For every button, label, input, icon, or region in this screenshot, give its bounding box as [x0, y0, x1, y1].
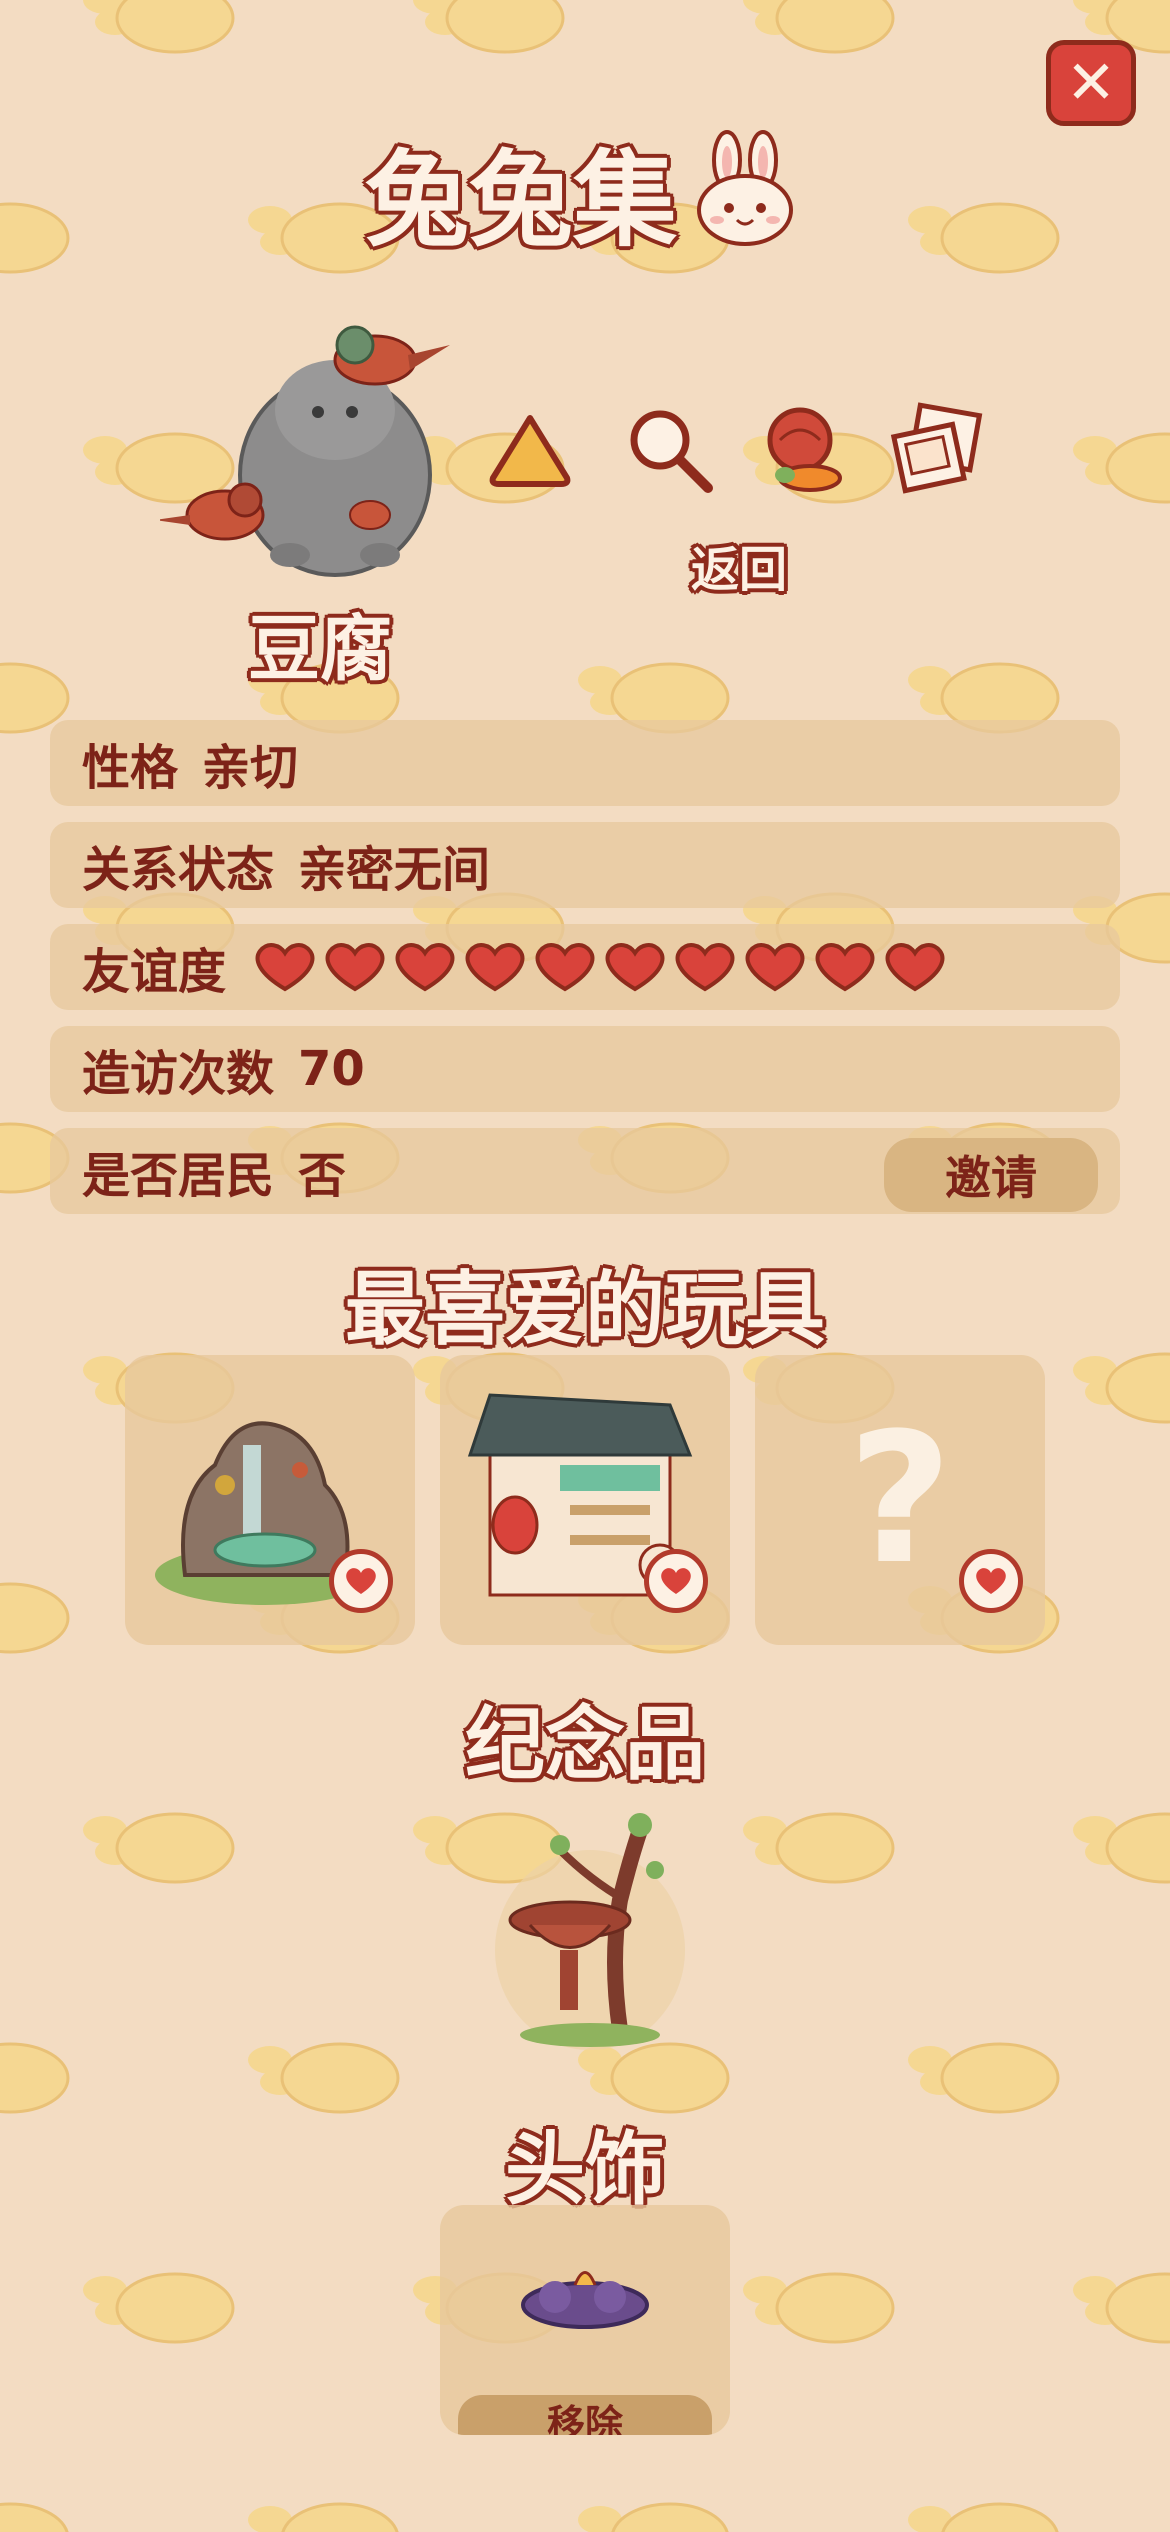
- carrot-pattern-icon: [1073, 432, 1170, 504]
- character-name: 豆腐: [247, 607, 392, 691]
- friendship-label: 友谊度: [82, 944, 227, 1000]
- visits-row: 造访次数 70: [50, 1026, 1120, 1112]
- invite-button[interactable]: 邀请: [884, 1138, 1098, 1212]
- carrot-pattern-icon: [0, 2502, 69, 2532]
- toy-favorite-badge: [329, 1549, 393, 1613]
- favorite-toys-title: 最喜爱的玩具: [345, 1263, 825, 1356]
- heart-icon: [465, 943, 525, 992]
- heart-icon: [605, 943, 665, 992]
- visits-value: 70: [298, 1041, 365, 1097]
- heart-icon: [325, 943, 385, 992]
- headwear-title: 头饰: [505, 2123, 665, 2216]
- toy-favorite-badge: [644, 1549, 708, 1613]
- relationship-label: 关系状态: [82, 842, 275, 898]
- heart-icon: [346, 1568, 376, 1594]
- heart-icon: [255, 943, 315, 992]
- heart-icon: [745, 943, 805, 992]
- magnifier-icon[interactable]: [610, 390, 730, 510]
- resident-row: 是否居民 否 邀请: [50, 1128, 1120, 1214]
- cloud-hat-icon: [521, 2271, 649, 2329]
- triangle-rice-icon[interactable]: [470, 390, 590, 510]
- carrot-pattern-icon: [413, 0, 565, 54]
- visits-label: 造访次数: [82, 1046, 275, 1102]
- personality-row: 性格 亲切: [50, 720, 1120, 806]
- carrot-pattern-icon: [0, 1582, 70, 1654]
- carrot-pattern-icon: [248, 2502, 399, 2532]
- back-button[interactable]: 返回: [674, 530, 804, 600]
- carrot-pattern-icon: [83, 0, 235, 54]
- souvenir-title: 纪念品: [465, 1698, 705, 1791]
- toy-card-3[interactable]: ?: [755, 1355, 1045, 1645]
- personality-value: 亲切: [202, 740, 299, 796]
- carrot-pattern-icon: [578, 2502, 729, 2532]
- close-x-icon: ✕: [1065, 48, 1117, 118]
- friendship-row: 友谊度: [50, 924, 1120, 1010]
- heart-icon: [661, 1568, 691, 1594]
- heart-icon: [815, 943, 875, 992]
- remove-headwear-button[interactable]: 移除: [458, 2395, 712, 2435]
- carrot-pattern-icon: [83, 2272, 235, 2344]
- carrot-pattern-icon: [1073, 2272, 1170, 2344]
- carrot-pattern-icon: [83, 1812, 235, 1884]
- heart-icon: [885, 943, 945, 992]
- relationship-row: 关系状态 亲密无间: [50, 822, 1120, 908]
- heart-icon: [535, 943, 595, 992]
- heart-icon: [976, 1568, 1006, 1594]
- toy-favorite-badge: [959, 1549, 1023, 1613]
- friendship-hearts: [250, 939, 950, 995]
- carrot-pattern-icon: [908, 2502, 1059, 2532]
- title-text: 兔兔集: [364, 138, 677, 261]
- carrot-pattern-icon: [1073, 1812, 1170, 1884]
- photo-frame-icon[interactable]: [880, 390, 1000, 510]
- personality-label: 性格: [82, 740, 179, 796]
- food-basket-icon[interactable]: [745, 390, 865, 510]
- close-button[interactable]: ✕: [1046, 40, 1136, 126]
- resident-value: 否: [298, 1148, 347, 1204]
- page-title: 兔兔集: [0, 120, 1170, 261]
- relationship-value: 亲密无间: [298, 842, 491, 898]
- toy-card-2[interactable]: [440, 1355, 730, 1645]
- toy-card-1[interactable]: [125, 1355, 415, 1645]
- carrot-pattern-icon: [743, 1812, 895, 1884]
- carrot-pattern-icon: [743, 0, 895, 54]
- character-illustration: [160, 325, 450, 577]
- tutu-collection-screen: ✕ 兔兔集 返回 豆腐 性格 亲切 关系状态 亲密无间 友谊度 造访次数 70 …: [0, 0, 1170, 2532]
- heart-icon: [675, 943, 735, 992]
- tree-birdbath-icon[interactable]: [490, 1810, 690, 2050]
- carrot-pattern-icon: [743, 2272, 895, 2344]
- bunny-face-icon: [697, 130, 793, 246]
- heart-icon: [395, 943, 455, 992]
- resident-label: 是否居民: [82, 1148, 275, 1204]
- headwear-card[interactable]: 移除: [440, 2205, 730, 2435]
